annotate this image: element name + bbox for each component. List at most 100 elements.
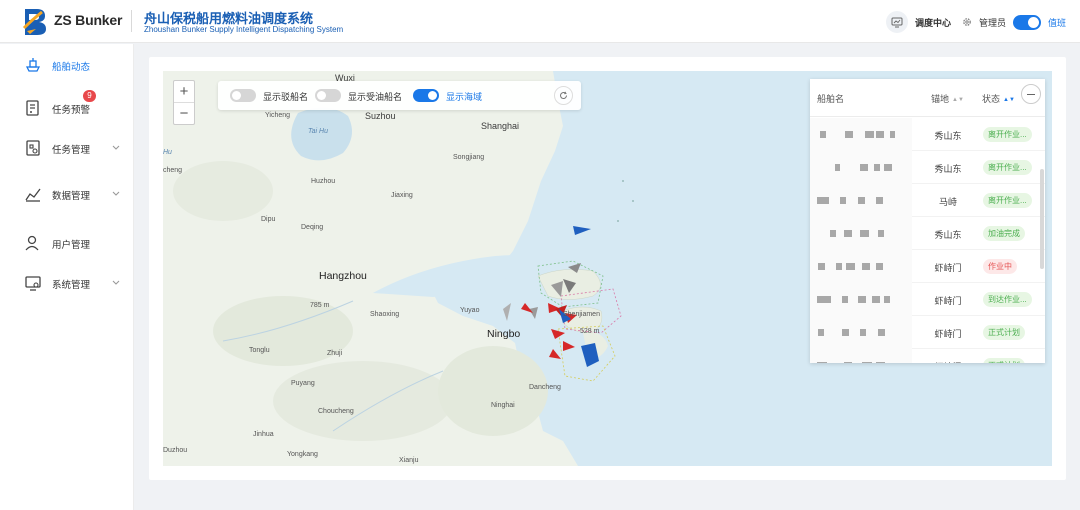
ship-name-redacted [810,283,912,316]
table-row[interactable]: 秀山东 加油完成 [810,217,1045,250]
redaction-block [860,230,869,237]
duty-toggle[interactable] [1012,14,1041,30]
sidebar-item-task-alerts[interactable]: 任务预警 9 [0,90,134,123]
sidebar-item-user-management[interactable]: 用户管理 [0,228,134,258]
dispatch-center-link[interactable]: 调度中心 [915,16,951,29]
header-actions: 调度中心 管理员 值班 [885,10,1066,34]
anchorage-cell: 秀山东 [934,164,962,174]
table-row[interactable]: 秀山东 离开作业... [810,151,1045,184]
redaction-block [884,296,890,303]
column-header-anchorage[interactable]: 锚地 ▲▼ [931,92,964,105]
redaction-block [817,197,829,204]
place-label: Jinhua [253,431,274,438]
redaction-block [878,329,885,336]
toggle-sea-areas-label: 显示海域 [446,92,483,102]
place-label: Shaoxing [370,311,400,318]
alert-doc-icon [26,100,39,116]
dispatch-monitor-button[interactable] [885,11,908,33]
collapse-panel-button[interactable] [1021,84,1041,104]
zoom-out-button[interactable]: − [174,102,194,123]
redaction-block [862,263,870,270]
sidebar-item-task-management[interactable]: 任务管理 [0,133,134,163]
redaction-block [876,131,884,138]
column-header-label: 锚地 [931,94,950,104]
redaction-block [842,296,848,303]
redaction-block [817,362,827,363]
anchorage-cell: 虾峙门 [922,360,974,363]
ship-icon [25,58,41,72]
sidebar-item-label: 数据管理 [52,191,91,202]
ship-name-redacted [810,349,912,363]
zoom-in-button[interactable]: + [174,81,194,102]
status-badge: 离开作业... [983,160,1032,175]
chart-icon [25,188,41,202]
place-label: Ningbo [487,328,521,340]
table-row[interactable]: 虾峙门 正式计划 [810,349,1045,363]
sidebar-item-label: 任务管理 [52,145,91,156]
sidebar-item-system-management[interactable]: 系统管理 [0,268,134,298]
redaction-block [817,296,831,303]
place-label: Puyang [291,380,315,387]
anchorage-cell: 虾峙门 [934,329,962,339]
place-label: Yuyao [460,307,480,314]
redaction-block [820,131,826,138]
toggle-sea-areas[interactable] [413,89,439,102]
place-label: Shanghai [481,121,520,131]
redaction-block [878,230,884,237]
user-icon [25,235,39,251]
sort-icon: ▲▼ [1003,97,1015,103]
redaction-block [872,296,880,303]
column-header-status[interactable]: 状态 ▲▼ [982,92,1015,105]
place-label: Jiaxing [391,192,413,199]
header-divider [131,10,132,32]
place-label: Xianju [399,457,419,464]
map-layer-toggles: 显示驳船名 显示受油船名 显示海域 [218,81,581,110]
chevron-down-icon [112,145,120,150]
redaction-block [876,263,883,270]
anchorage-cell: 秀山东 [934,230,962,240]
status-badge: 正式计划 [983,325,1025,340]
elevation-label: 785 m [310,302,330,309]
system-subtitle: Zhoushan Bunker Supply Intelligent Dispa… [144,25,344,34]
scrollbar[interactable] [1040,169,1044,269]
status-badge: 到达作业... [983,292,1032,307]
status-badge: 正式计划 [983,358,1025,363]
table-row[interactable]: 虾峙门 到达作业... [810,283,1045,316]
table-row[interactable]: 马峙 离开作业... [810,184,1045,217]
column-header-ship-name[interactable]: 船舶名 [817,92,844,105]
status-badge: 加油完成 [983,226,1025,241]
anchorage-cell: 马峙 [938,197,957,207]
toggle-barge-names[interactable] [230,89,256,102]
table-row[interactable]: 虾峙门 作业中 [810,250,1045,283]
refresh-button[interactable] [554,86,573,105]
place-label: Huzhou [311,178,336,185]
gear-icon[interactable] [962,17,972,27]
table-row[interactable]: 秀山东 离开作业... [810,118,1045,151]
redaction-block [874,164,880,171]
table-row[interactable]: 虾峙门 正式计划 [810,316,1045,349]
place-label: Yicheng [265,112,291,119]
place-label: Zhuji [327,350,343,357]
top-header: ZS Bunker 舟山保税船用燃料油调度系统 Zhoushan Bunker … [0,0,1080,43]
ship-list-header: 船舶名 锚地 ▲▼ 状态 ▲▼ [810,79,1045,117]
place-label: cheng [163,167,183,174]
monitor-icon [891,17,903,27]
redaction-block [858,296,866,303]
sidebar-item-data-management[interactable]: 数据管理 [0,179,134,209]
redaction-block [846,263,855,270]
ship-name-redacted [810,184,912,217]
anchorage-cell: 秀山东 [934,131,962,141]
status-badge: 离开作业... [983,127,1032,142]
redaction-block [836,263,842,270]
toggle-receiver-names[interactable] [315,89,341,102]
redaction-block [858,197,865,204]
place-label: Dipu [261,216,276,223]
admin-label[interactable]: 管理员 [979,16,1006,29]
lake-label: Tai Hu [308,128,328,135]
redaction-block [876,197,883,204]
place-label: Shenjiamen [563,311,600,318]
redaction-block [876,362,885,363]
sidebar: 船舶动态 任务预警 9 任务管理 数据管理 用户管理 系统管理 [0,44,134,510]
redaction-block [884,164,892,171]
sidebar-item-ship-dynamics[interactable]: 船舶动态 [0,50,134,80]
